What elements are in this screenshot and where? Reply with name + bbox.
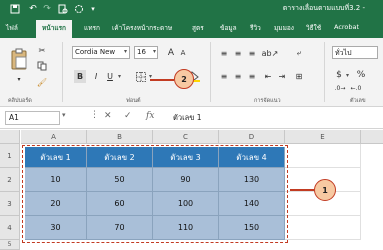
divider [210,42,211,102]
row-header-2[interactable]: 2 [0,168,20,192]
customize-qat-icon[interactable] [72,2,86,16]
increase-indent-icon[interactable]: ⇥ [276,70,288,82]
name-box[interactable]: A1 [5,111,60,125]
column-header-b[interactable]: B [87,130,153,144]
divider [324,42,325,102]
title-bar: ↶ ↷ ▾ ตารางเลื่อนตามแบบที่3.2 - [0,0,383,18]
tab-formulas[interactable]: สูตร [192,23,204,33]
font-size-dropdown-icon[interactable]: ▾ [153,48,156,55]
callout-arrow [150,79,174,81]
undo-icon[interactable]: ↶ [26,2,40,16]
column-header-overflow [361,130,383,144]
formula-bar: A1 ▾ ⋮ ✕ ✓ fx ตัวเลข 1 [0,107,383,129]
italic-button[interactable]: I [90,70,102,83]
tab-view[interactable]: มุมมอง [274,23,294,33]
decrease-decimal-icon[interactable]: ←.0 [350,83,362,93]
format-painter-icon[interactable]: 🖌 [36,76,48,88]
bold-button[interactable]: B [74,70,86,83]
font-name-dropdown-icon[interactable]: ▾ [124,48,127,55]
column-header-d[interactable]: D [219,130,285,144]
callout-1: 1 [314,179,336,201]
column-header-e[interactable]: E [285,130,361,144]
callout-2: 2 [174,69,194,89]
underline-dropdown-icon[interactable]: ▾ [118,73,121,80]
more-options-icon: ⋮ [90,110,99,120]
tab-home[interactable]: หน้าแรก [36,20,72,38]
merge-center-icon[interactable]: ⊞ [292,70,306,82]
enter-icon[interactable]: ✓ [124,111,132,121]
formula-input[interactable]: ตัวเลข 1 [170,111,375,125]
align-right-icon[interactable]: ≡ [246,70,258,82]
print-preview-icon[interactable] [56,2,70,16]
copy-icon[interactable] [36,60,48,72]
tab-acrobat[interactable]: Acrobat [334,23,359,31]
redo-icon[interactable]: ↷ [40,2,54,16]
tab-insert[interactable]: แทรก [84,23,100,33]
currency-button[interactable]: $ [334,68,344,81]
ribbon-tabs: ไฟล์ หน้าแรก แทรก เค้าโครงหน้ากระดาษ สูต… [0,18,383,38]
borders-icon[interactable] [134,70,148,83]
name-box-dropdown-icon[interactable]: ▾ [62,111,66,119]
row-header-5[interactable]: 5 [0,240,20,250]
orientation-icon[interactable]: ab↗ [262,47,279,59]
cancel-icon[interactable]: ✕ [104,111,112,121]
tab-page-layout[interactable]: เค้าโครงหน้ากระดาษ [112,23,172,33]
align-left-icon[interactable]: ≡ [218,70,230,82]
percent-button[interactable]: % [356,68,366,81]
document-title: ตารางเลื่อนตามแบบที่3.2 - [282,4,365,12]
paste-dropdown-icon[interactable]: ▾ [8,74,30,84]
empty-cell[interactable] [285,216,361,240]
align-middle-icon[interactable]: ≡ [232,47,244,59]
ribbon-home: ▾ ✂ 🖌 คลิปบอร์ด Cordia New ▾ 16 ▾ A A B … [0,38,383,107]
align-center-icon[interactable]: ≡ [232,70,244,82]
tab-review[interactable]: รีวิว [250,23,261,33]
tab-help[interactable]: วิธีใช้ [306,23,321,33]
row-header-4[interactable]: 4 [0,216,20,240]
save-icon[interactable] [8,2,22,16]
increase-decimal-icon[interactable]: .0→ [334,83,346,93]
shrink-font-button[interactable]: A [178,47,188,59]
decrease-indent-icon[interactable]: ⇤ [262,70,274,82]
tab-data[interactable]: ข้อมูล [220,23,237,33]
row-header-3[interactable]: 3 [0,192,20,216]
callout-arrow [290,189,314,191]
select-all-corner[interactable] [0,130,20,144]
row-header-1[interactable]: 1 [0,144,20,168]
grow-font-button[interactable]: A [166,46,176,59]
wrap-text-icon[interactable]: ⤶ [292,47,306,59]
cut-icon[interactable]: ✂ [36,44,48,56]
number-format-box[interactable]: ทั่วไป [332,46,378,59]
group-font-label: ฟอนต์ [126,98,141,104]
selected-range-outline [22,145,288,243]
empty-cell[interactable] [285,144,361,168]
column-header-a[interactable]: A [21,130,87,144]
currency-dropdown-icon[interactable]: ▾ [346,72,349,79]
divider [62,42,63,102]
align-top-icon[interactable]: ≡ [218,47,230,59]
insert-function-icon[interactable]: fx [146,111,154,121]
paste-icon[interactable] [8,46,30,72]
group-number-label: ตัวเลข [350,98,366,104]
column-header-c[interactable]: C [153,130,219,144]
group-clipboard-label: คลิปบอร์ด [8,98,32,104]
underline-button[interactable]: U [104,70,116,83]
worksheet: A B C D E 1 2 3 4 5 ตัวเลข 1 ตัวเลข 2 ตั… [0,130,383,250]
align-bottom-icon[interactable]: ≡ [246,47,258,59]
tab-file[interactable]: ไฟล์ [6,23,18,33]
qat-dropdown-icon[interactable]: ▾ [86,2,100,16]
group-alignment-label: การจัดแนว [254,98,281,104]
font-name-box[interactable]: Cordia New [72,46,130,59]
